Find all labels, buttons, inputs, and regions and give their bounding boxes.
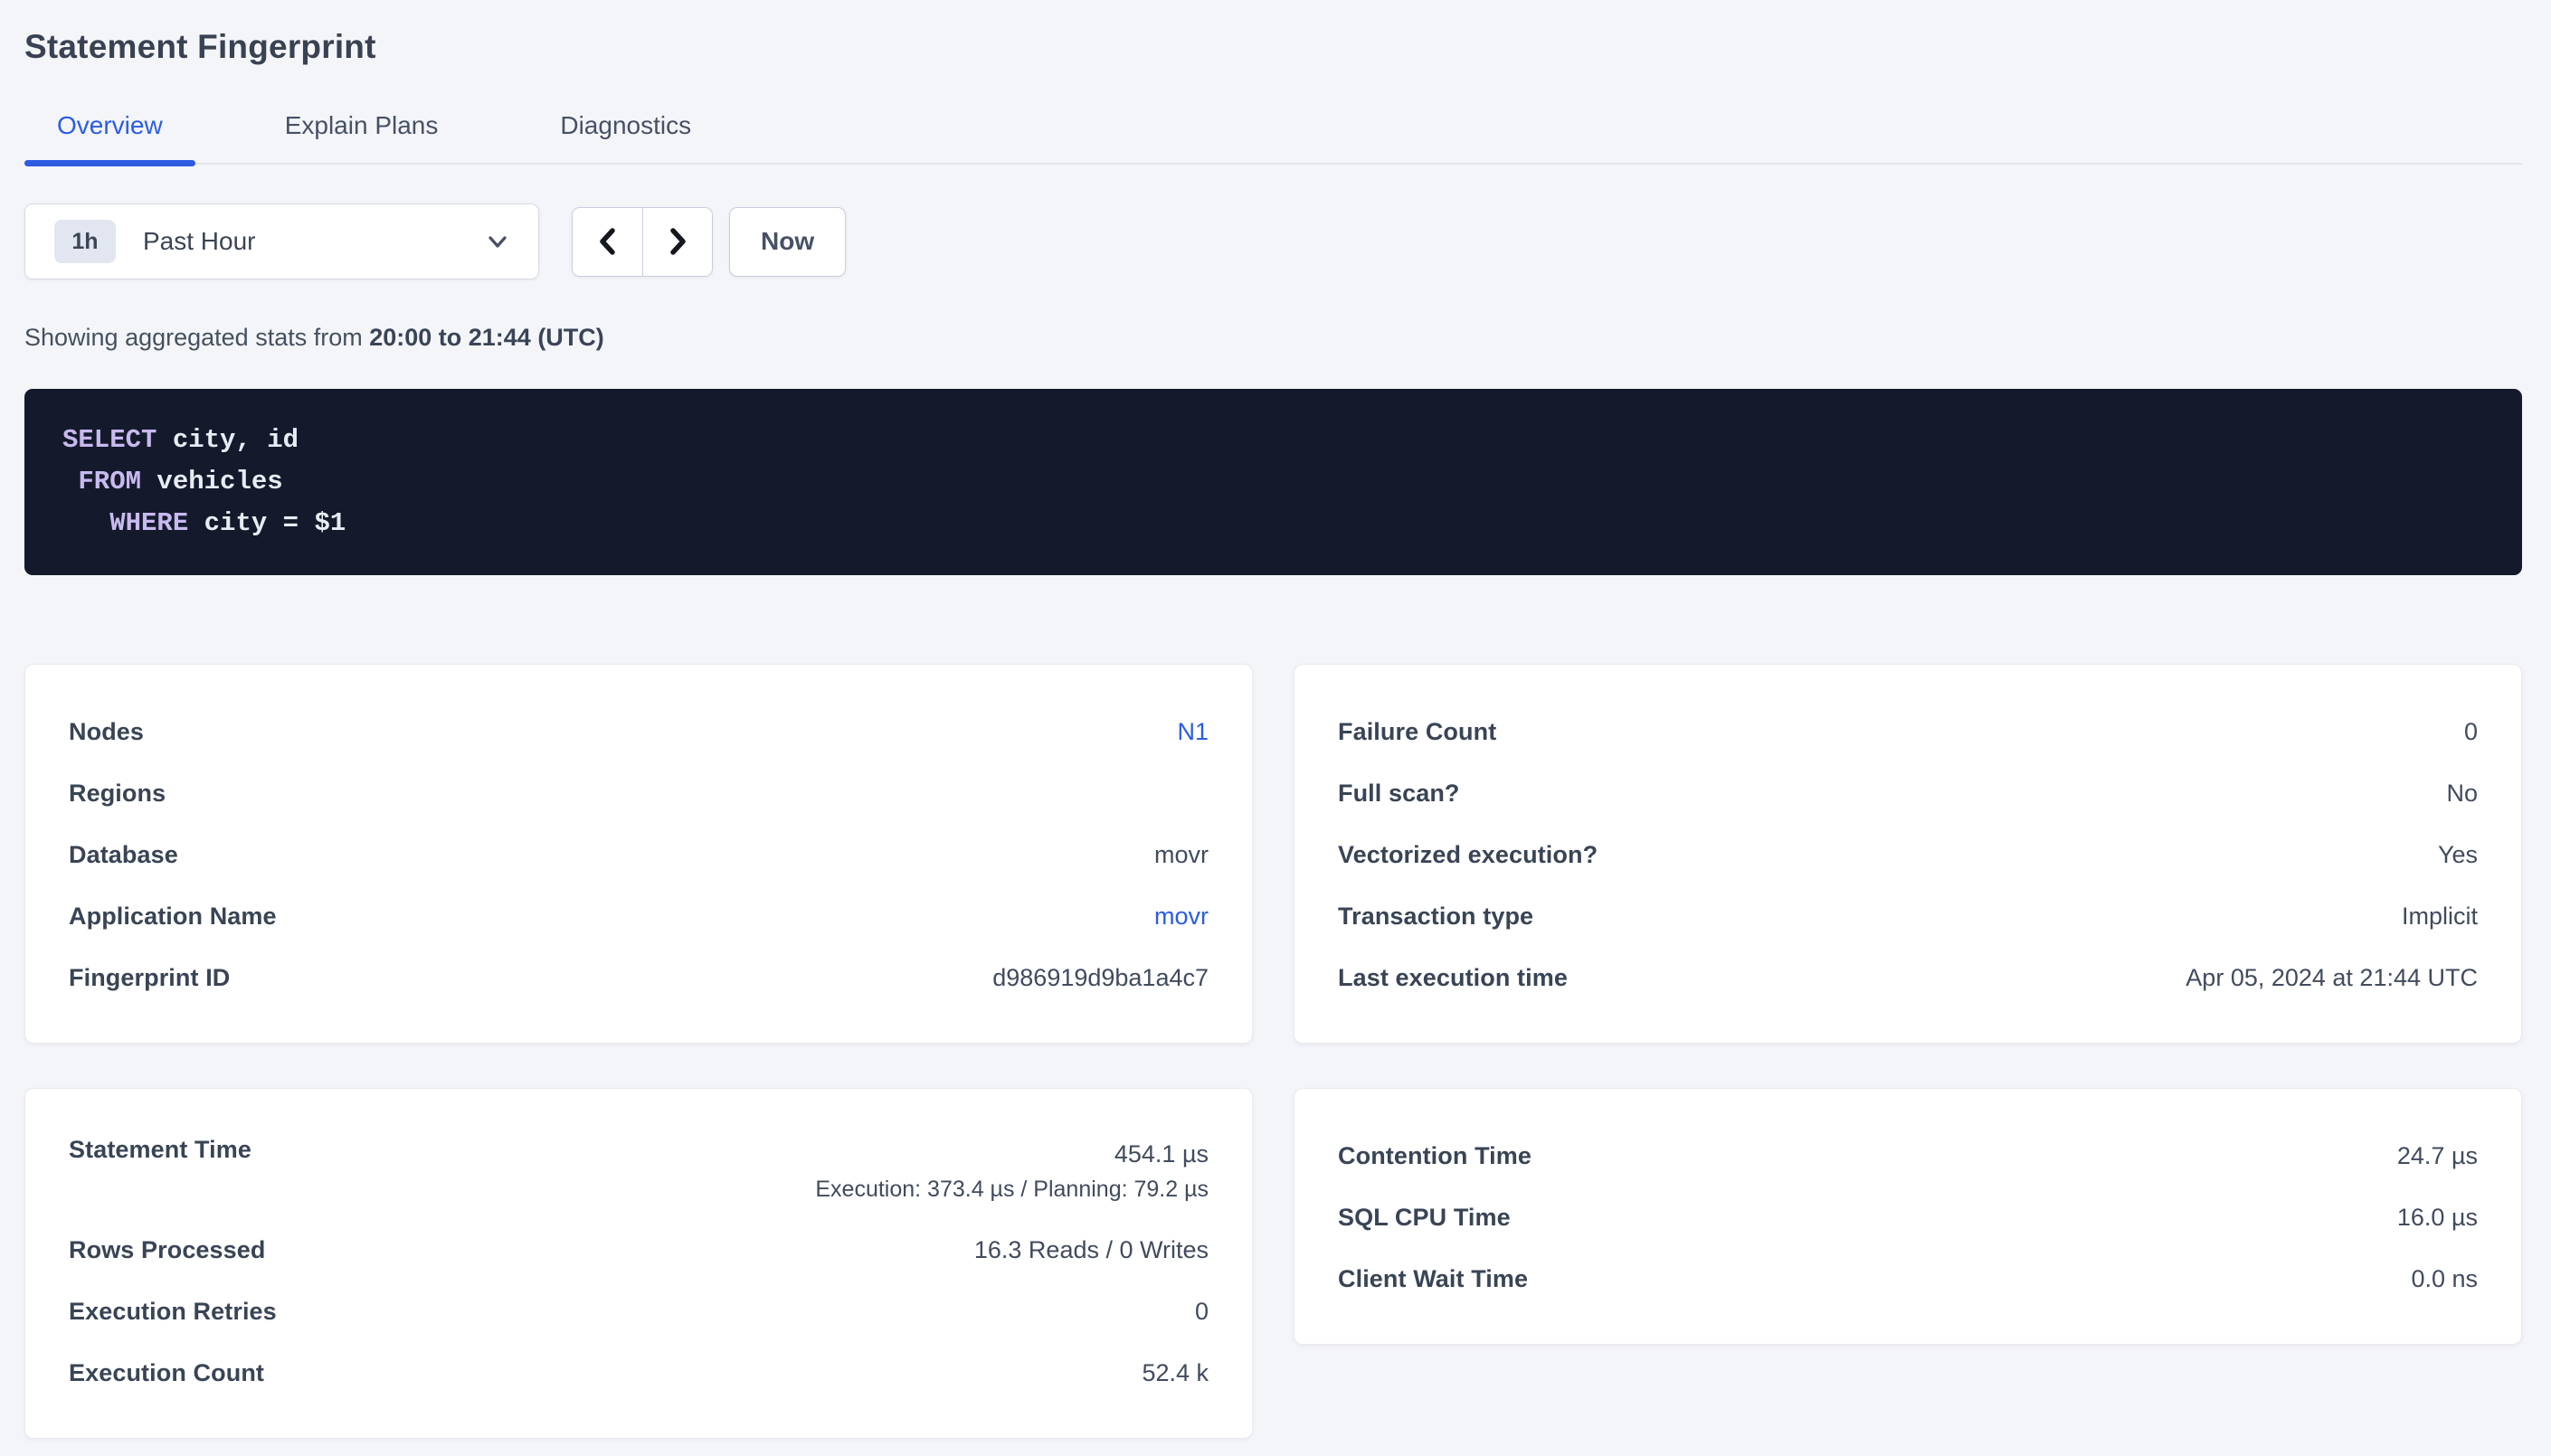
sql-line: SELECT city, id bbox=[62, 420, 2484, 461]
stat-value: Implicit bbox=[2402, 903, 2478, 931]
statement-time-values: 454.1 µs Execution: 373.4 µs / Planning:… bbox=[815, 1136, 1209, 1206]
stat-label: Transaction type bbox=[1338, 903, 1533, 931]
stat-label: Regions bbox=[69, 780, 166, 808]
stat-label: Client Wait Time bbox=[1338, 1265, 1528, 1293]
stat-row-sql-cpu-time: SQL CPU Time 16.0 µs bbox=[1338, 1187, 2478, 1248]
stat-value: d986919d9ba1a4c7 bbox=[992, 964, 1209, 992]
stat-row-rows-processed: Rows Processed 16.3 Reads / 0 Writes bbox=[69, 1219, 1209, 1281]
previous-time-interval-button[interactable] bbox=[573, 208, 642, 276]
stat-label: Failure Count bbox=[1338, 718, 1496, 746]
chevron-down-icon bbox=[484, 228, 511, 255]
stat-row-database: Database movr bbox=[69, 824, 1209, 885]
stat-value: Apr 05, 2024 at 21:44 UTC bbox=[2186, 964, 2478, 992]
sql-line: FROM vehicles bbox=[62, 461, 2484, 503]
statement-fingerprint-page: Statement Fingerprint Overview Explain P… bbox=[0, 0, 2551, 1439]
stat-label: Database bbox=[69, 841, 178, 869]
stat-value: 16.3 Reads / 0 Writes bbox=[974, 1236, 1209, 1264]
stat-value: Yes bbox=[2438, 841, 2478, 869]
stat-subvalue: Execution: 373.4 µs / Planning: 79.2 µs bbox=[815, 1172, 1209, 1206]
time-step-button-group bbox=[572, 207, 713, 277]
stat-value: 52.4 k bbox=[1142, 1359, 1209, 1387]
tab-bar: Overview Explain Plans Diagnostics bbox=[24, 112, 2522, 165]
stat-label: Nodes bbox=[69, 718, 144, 746]
stat-value: 0.0 ns bbox=[2411, 1265, 2478, 1293]
stat-label: Rows Processed bbox=[69, 1236, 266, 1264]
nodes-link[interactable]: N1 bbox=[1177, 718, 1209, 746]
sql-statement-box: SELECT city, id FROM vehicles WHERE city… bbox=[24, 389, 2522, 575]
wait-times-card: Contention Time 24.7 µs SQL CPU Time 16.… bbox=[1294, 1088, 2522, 1345]
stat-row-application-name: Application Name movr bbox=[69, 885, 1209, 947]
stat-value: 454.1 µs bbox=[815, 1136, 1209, 1172]
stat-value: 24.7 µs bbox=[2397, 1142, 2478, 1170]
stat-row-full-scan: Full scan? No bbox=[1338, 762, 2478, 824]
next-time-interval-button[interactable] bbox=[642, 208, 712, 276]
aggregated-stats-range: 20:00 to 21:44 (UTC) bbox=[369, 324, 604, 351]
execution-attributes-card: Failure Count 0 Full scan? No Vectorized… bbox=[1294, 664, 2522, 1044]
stat-value: 0 bbox=[1195, 1298, 1209, 1326]
stat-value: 16.0 µs bbox=[2397, 1204, 2478, 1232]
summary-cards-grid: Nodes N1 Regions Database movr Applicati… bbox=[24, 664, 2522, 1439]
sql-line: WHERE city = $1 bbox=[62, 503, 2484, 544]
stat-row-statement-time: Statement Time 454.1 µs Execution: 373.4… bbox=[69, 1125, 1209, 1219]
stat-row-regions: Regions bbox=[69, 762, 1209, 824]
now-button[interactable]: Now bbox=[729, 207, 846, 277]
page-title: Statement Fingerprint bbox=[24, 27, 2522, 67]
stat-row-transaction-type: Transaction type Implicit bbox=[1338, 885, 2478, 947]
aggregated-stats-prefix: Showing aggregated stats from bbox=[24, 324, 369, 351]
chevron-right-icon bbox=[662, 223, 693, 260]
time-range-badge: 1h bbox=[54, 220, 116, 263]
sql-keyword: SELECT bbox=[62, 425, 156, 455]
stat-label: Last execution time bbox=[1338, 964, 1568, 992]
timing-card: Statement Time 454.1 µs Execution: 373.4… bbox=[24, 1088, 1253, 1439]
application-name-link[interactable]: movr bbox=[1154, 903, 1209, 931]
tab-diagnostics[interactable]: Diagnostics bbox=[527, 112, 724, 163]
stat-label: Application Name bbox=[69, 903, 277, 931]
stat-row-fingerprint-id: Fingerprint ID d986919d9ba1a4c7 bbox=[69, 947, 1209, 1008]
time-range-dropdown[interactable]: 1h Past Hour bbox=[24, 203, 539, 279]
stat-label: Execution Count bbox=[69, 1359, 264, 1387]
stat-row-execution-retries: Execution Retries 0 bbox=[69, 1281, 1209, 1342]
tab-overview[interactable]: Overview bbox=[24, 112, 195, 163]
time-range-label: Past Hour bbox=[143, 227, 484, 256]
stat-label: SQL CPU Time bbox=[1338, 1204, 1511, 1232]
stat-row-last-execution-time: Last execution time Apr 05, 2024 at 21:4… bbox=[1338, 947, 2478, 1008]
stat-row-vectorized-execution: Vectorized execution? Yes bbox=[1338, 824, 2478, 885]
stat-label: Execution Retries bbox=[69, 1298, 277, 1326]
tab-explain-plans[interactable]: Explain Plans bbox=[252, 112, 471, 163]
stat-value: 0 bbox=[2464, 718, 2478, 746]
stat-row-nodes: Nodes N1 bbox=[69, 701, 1209, 762]
overview-card: Nodes N1 Regions Database movr Applicati… bbox=[24, 664, 1253, 1044]
time-toolbar: 1h Past Hour bbox=[24, 203, 2522, 279]
stat-label: Fingerprint ID bbox=[69, 964, 230, 992]
stat-label: Vectorized execution? bbox=[1338, 841, 1598, 869]
stat-value: No bbox=[2446, 780, 2478, 808]
stat-row-contention-time: Contention Time 24.7 µs bbox=[1338, 1125, 2478, 1187]
sql-keyword: FROM bbox=[78, 467, 141, 496]
stat-label: Contention Time bbox=[1338, 1142, 1532, 1170]
stat-label: Statement Time bbox=[69, 1136, 251, 1164]
stat-label: Full scan? bbox=[1338, 780, 1460, 808]
chevron-left-icon bbox=[593, 223, 623, 260]
aggregated-stats-summary: Showing aggregated stats from 20:00 to 2… bbox=[24, 322, 2522, 353]
stat-value: movr bbox=[1154, 841, 1209, 869]
sql-keyword: WHERE bbox=[109, 508, 188, 538]
stat-row-execution-count: Execution Count 52.4 k bbox=[69, 1342, 1209, 1404]
stat-row-failure-count: Failure Count 0 bbox=[1338, 701, 2478, 762]
stat-row-client-wait-time: Client Wait Time 0.0 ns bbox=[1338, 1248, 2478, 1309]
